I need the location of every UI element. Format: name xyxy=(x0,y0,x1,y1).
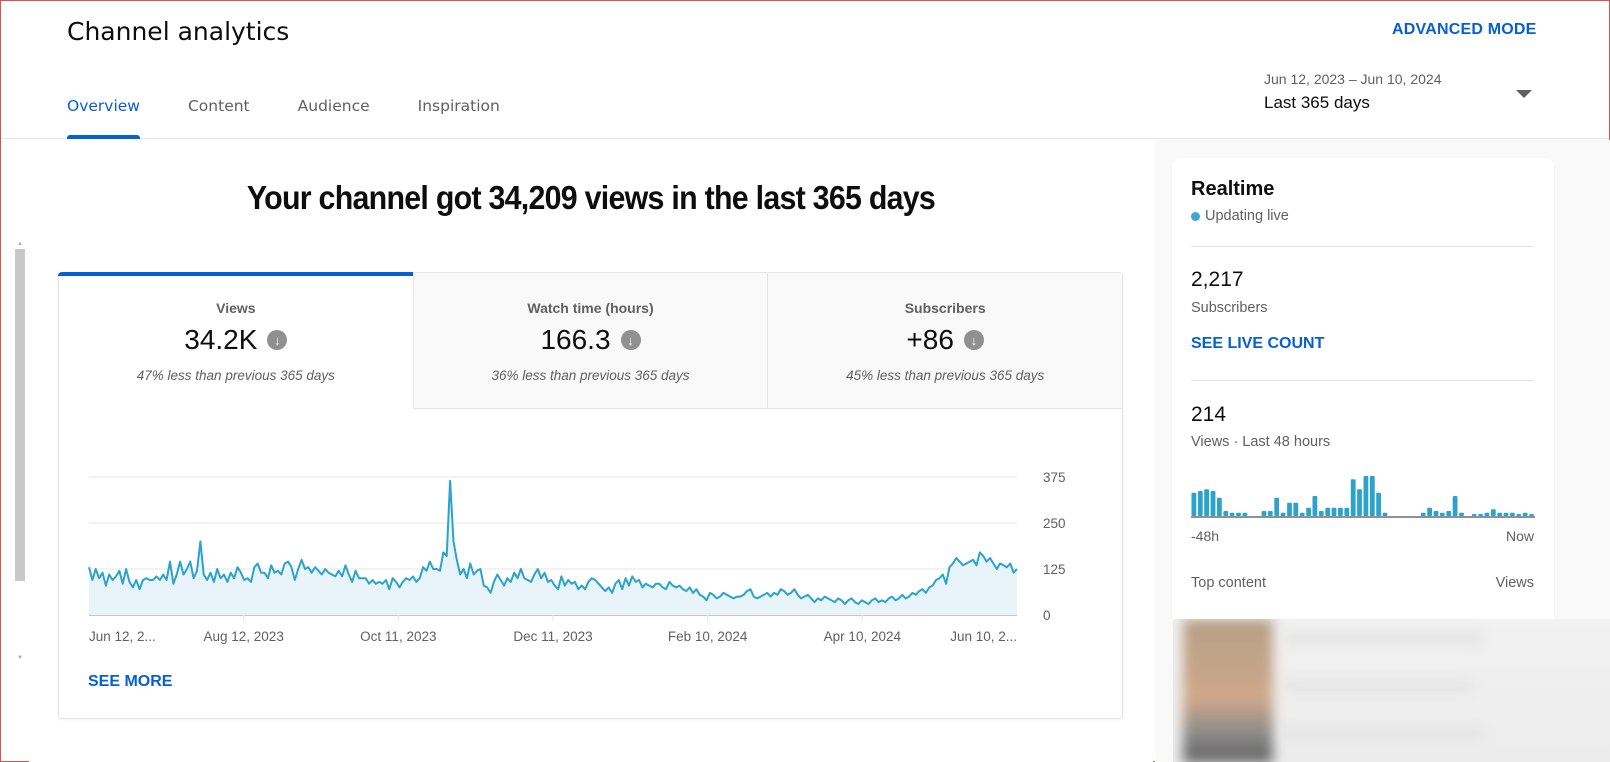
y-tick-label: 250 xyxy=(1043,516,1066,531)
bar-end-label: Now xyxy=(1505,528,1534,544)
metric-tab-subscribers[interactable]: Subscribers +86 ↓ 45% less than previous… xyxy=(767,273,1123,409)
metric-label: Watch time (hours) xyxy=(527,300,654,316)
date-range-selector[interactable]: Jun 12, 2023 – Jun 10, 2024 Last 365 day… xyxy=(1264,71,1534,113)
hourly-bar xyxy=(1293,502,1299,516)
hourly-bar xyxy=(1490,509,1496,516)
hourly-bar xyxy=(1306,507,1311,516)
subscriber-label: Subscribers xyxy=(1191,300,1268,316)
hourly-bar xyxy=(1204,489,1209,516)
bar-start-label: -48h xyxy=(1191,528,1220,544)
x-tick-label: Feb 10, 2024 xyxy=(668,629,748,644)
video-thumbnail[interactable] xyxy=(1183,619,1273,762)
y-tick-label: 375 xyxy=(1043,470,1066,485)
hourly-bar xyxy=(1369,476,1375,516)
date-range-dates: Jun 12, 2023 – Jun 10, 2024 xyxy=(1264,71,1442,87)
metric-label: Views xyxy=(216,300,256,316)
hourly-bar xyxy=(1197,491,1203,516)
metric-tabs: Views 34.2K ↓ 47% less than previous 365… xyxy=(58,272,1123,409)
blurred-title xyxy=(1283,727,1483,741)
realtime-views-count: 214 xyxy=(1191,403,1227,426)
scroll-up-arrow-icon[interactable]: ▲ xyxy=(17,241,23,247)
scrollbar-thumb[interactable] xyxy=(15,249,25,581)
metric-tab-views[interactable]: Views 34.2K ↓ 47% less than previous 365… xyxy=(58,272,413,409)
hourly-bar xyxy=(1274,497,1280,516)
metric-value: +86 xyxy=(906,324,954,355)
y-tick-label: 0 xyxy=(1043,608,1051,623)
metric-label: Subscribers xyxy=(904,300,986,316)
top-content-label: Top content xyxy=(1191,575,1266,591)
hourly-views-bar-chart[interactable] xyxy=(1191,468,1535,518)
tab-content[interactable]: Content xyxy=(188,97,250,139)
realtime-card: Realtime Updating live 2,217 Subscribers… xyxy=(1172,158,1554,628)
hourly-bar xyxy=(1344,507,1350,516)
views-chart[interactable]: 0 125 250 375 Jun 12, 2... Aug 12, 2023 Oct 11… xyxy=(59,409,1124,659)
hourly-bar xyxy=(1363,476,1369,516)
arrow-down-circle-icon: ↓ xyxy=(620,330,641,350)
header: Channel analytics ADVANCED MODE Overview… xyxy=(1,1,1609,139)
live-status-text: Updating live xyxy=(1205,208,1289,224)
subscriber-count: 2,217 xyxy=(1191,268,1244,291)
metric-tab-watch-time[interactable]: Watch time (hours) 166.3 ↓ 36% less than… xyxy=(412,273,768,409)
metric-delta: 47% less than previous 365 days xyxy=(136,368,335,383)
hourly-bar xyxy=(1210,491,1216,516)
live-dot-icon xyxy=(1191,211,1200,221)
blurred-title xyxy=(1283,631,1483,645)
hourly-bar xyxy=(1357,489,1362,516)
hourly-bar xyxy=(1452,496,1458,516)
hourly-bar xyxy=(1217,497,1222,516)
hourly-bar xyxy=(1191,492,1197,516)
metric-delta: 45% less than previous 365 days xyxy=(846,368,1045,383)
live-status: Updating live xyxy=(1191,208,1289,224)
hourly-bar xyxy=(1427,507,1432,516)
y-tick-label: 125 xyxy=(1043,562,1066,577)
x-tick-label: Jun 10, 2... xyxy=(950,629,1017,644)
scroll-down-arrow-icon[interactable]: ▼ xyxy=(17,655,23,661)
arrow-down-circle-icon: ↓ xyxy=(963,330,984,350)
x-tick-label: Aug 12, 2023 xyxy=(204,629,284,644)
divider xyxy=(1191,246,1534,247)
see-live-count-button[interactable]: SEE LIVE COUNT xyxy=(1191,335,1324,353)
top-content-views-header: Views xyxy=(1495,575,1534,591)
bar-chart-baseline xyxy=(1191,516,1535,518)
x-tick-label: Dec 11, 2023 xyxy=(513,629,592,644)
tab-audience[interactable]: Audience xyxy=(298,97,370,139)
page-title: Channel analytics xyxy=(67,17,290,46)
metric-value: 166.3 xyxy=(540,324,611,355)
top-content-list-blurred[interactable] xyxy=(1173,619,1610,762)
hourly-bar xyxy=(1350,479,1356,516)
hourly-bar xyxy=(1331,507,1337,516)
overview-card: Views 34.2K ↓ 47% less than previous 365… xyxy=(58,272,1123,719)
tab-inspiration[interactable]: Inspiration xyxy=(418,97,500,139)
date-range-label: Last 365 days xyxy=(1264,93,1370,112)
x-tick-label: Apr 10, 2024 xyxy=(824,629,902,644)
hourly-bar xyxy=(1325,507,1331,516)
arrow-down-circle-icon: ↓ xyxy=(267,330,288,350)
tab-bar: Overview Content Audience Inspiration xyxy=(67,97,548,139)
x-tick-label: Oct 11, 2023 xyxy=(360,629,436,644)
hourly-bar xyxy=(1338,507,1343,516)
tab-overview[interactable]: Overview xyxy=(67,97,140,139)
views-chart-svg: 0 125 250 375 Jun 12, 2... Aug 12, 2023 Oct 11… xyxy=(88,470,1066,644)
see-more-button[interactable]: SEE MORE xyxy=(88,673,172,691)
realtime-views-label: Views · Last 48 hours xyxy=(1191,434,1331,450)
blurred-title xyxy=(1283,679,1473,693)
dropdown-arrow-icon[interactable] xyxy=(1516,90,1532,98)
metric-value: 34.2K xyxy=(184,324,258,355)
views-headline: Your channel got 34,209 views in the las… xyxy=(246,179,936,216)
hourly-bar xyxy=(1312,496,1318,516)
metric-delta: 36% less than previous 365 days xyxy=(491,368,690,383)
hourly-bar xyxy=(1376,492,1381,516)
realtime-title: Realtime xyxy=(1191,178,1275,200)
divider xyxy=(1191,380,1534,381)
advanced-mode-button[interactable]: ADVANCED MODE xyxy=(1392,21,1537,39)
hourly-bar xyxy=(1287,502,1292,516)
x-tick-label: Jun 12, 2... xyxy=(89,629,156,644)
views-area-fill xyxy=(89,480,1017,615)
